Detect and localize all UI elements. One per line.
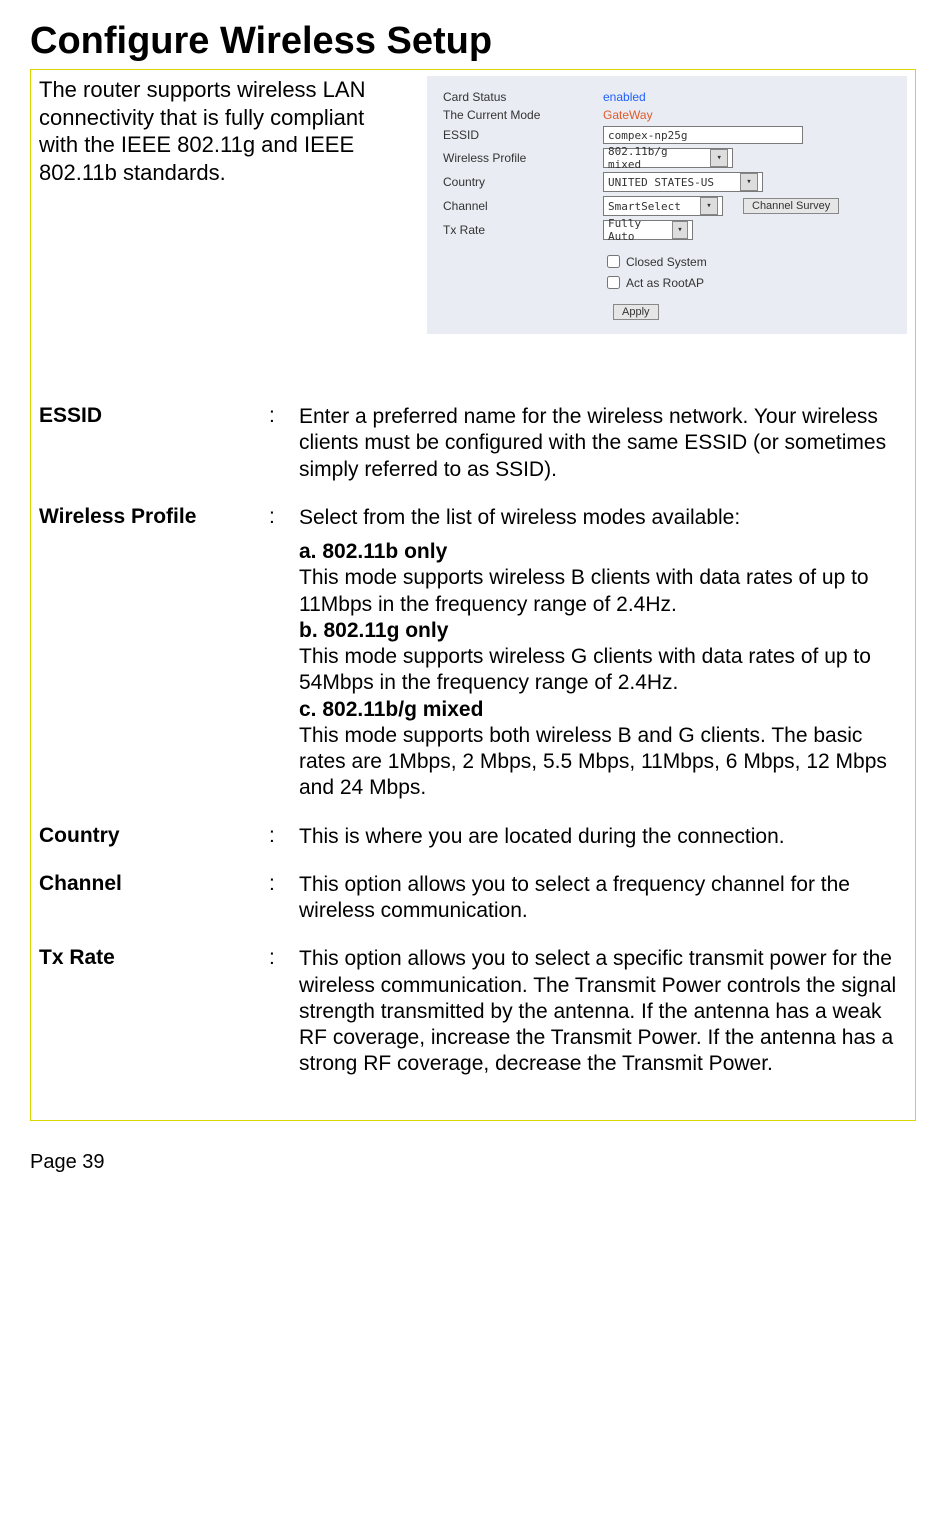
def-body: This option allows you to select a frequ… [299, 872, 907, 925]
ss-label-channel: Channel [443, 199, 603, 213]
ss-select-channel[interactable]: SmartSelect ▾ [603, 196, 723, 216]
page-number: Page 39 [30, 1151, 916, 1174]
channel-survey-button[interactable]: Channel Survey [743, 198, 839, 214]
def-country: Country : This is where you are located … [39, 824, 907, 850]
def-essid: ESSID : Enter a preferred name for the w… [39, 404, 907, 483]
def-body: Enter a preferred name for the wireless … [299, 404, 907, 483]
profile-c-title: c. 802.11b/g mixed [299, 698, 483, 721]
closed-system-label: Closed System [626, 255, 707, 269]
ss-label-card-status: Card Status [443, 90, 603, 104]
ss-value-current-mode: GateWay [603, 108, 653, 122]
profile-intro: Select from the list of wireless modes a… [299, 505, 907, 531]
def-body: This option allows you to select a speci… [299, 946, 907, 1077]
ss-select-tx-rate[interactable]: Fully Auto ▾ [603, 220, 693, 240]
def-term: ESSID [39, 404, 269, 483]
def-term: Tx Rate [39, 946, 269, 1077]
apply-button[interactable]: Apply [613, 304, 659, 320]
ss-select-country[interactable]: UNITED STATES-US ▾ [603, 172, 763, 192]
intro-text: The router supports wireless LAN connect… [39, 76, 407, 186]
ss-value-card-status: enabled [603, 90, 646, 104]
profile-a-title: a. 802.11b only [299, 540, 447, 563]
definitions: ESSID : Enter a preferred name for the w… [39, 404, 907, 1078]
ss-label-current-mode: The Current Mode [443, 108, 603, 122]
def-term: Channel [39, 872, 269, 925]
ss-label-wireless-profile: Wireless Profile [443, 151, 603, 165]
def-tx-rate: Tx Rate : This option allows you to sele… [39, 946, 907, 1077]
profile-c-body: This mode supports both wireless B and G… [299, 723, 907, 802]
profile-a-body: This mode supports wireless B clients wi… [299, 565, 907, 618]
chevron-down-icon: ▾ [710, 149, 728, 167]
ss-select-value: Fully Auto [608, 217, 666, 243]
ss-select-wireless-profile[interactable]: 802.11b/g mixed ▾ [603, 148, 733, 168]
ss-select-value: SmartSelect [608, 200, 681, 213]
def-term: Country [39, 824, 269, 850]
ss-select-value: UNITED STATES-US [608, 176, 714, 189]
profile-b-body: This mode supports wireless G clients wi… [299, 644, 907, 697]
def-wireless-profile: Wireless Profile : Select from the list … [39, 505, 907, 802]
def-body: This is where you are located during the… [299, 824, 907, 850]
ss-label-essid: ESSID [443, 128, 603, 142]
ss-select-value: 802.11b/g mixed [608, 145, 704, 171]
act-as-rootap-checkbox[interactable] [607, 276, 620, 289]
def-channel: Channel : This option allows you to sele… [39, 872, 907, 925]
chevron-down-icon: ▾ [672, 221, 688, 239]
ss-label-country: Country [443, 175, 603, 189]
chevron-down-icon: ▾ [740, 173, 758, 191]
chevron-down-icon: ▾ [700, 197, 718, 215]
page-title: Configure Wireless Setup [30, 20, 916, 63]
content-box: The router supports wireless LAN connect… [30, 69, 916, 1121]
act-as-rootap-label: Act as RootAP [626, 276, 704, 290]
config-screenshot: Card Status enabled The Current Mode Gat… [427, 76, 907, 334]
profile-b-title: b. 802.11g only [299, 619, 448, 642]
ss-input-essid[interactable]: compex-np25g [603, 126, 803, 144]
def-term: Wireless Profile [39, 505, 269, 802]
closed-system-checkbox[interactable] [607, 255, 620, 268]
ss-label-tx-rate: Tx Rate [443, 223, 603, 237]
def-body: Select from the list of wireless modes a… [299, 505, 907, 802]
